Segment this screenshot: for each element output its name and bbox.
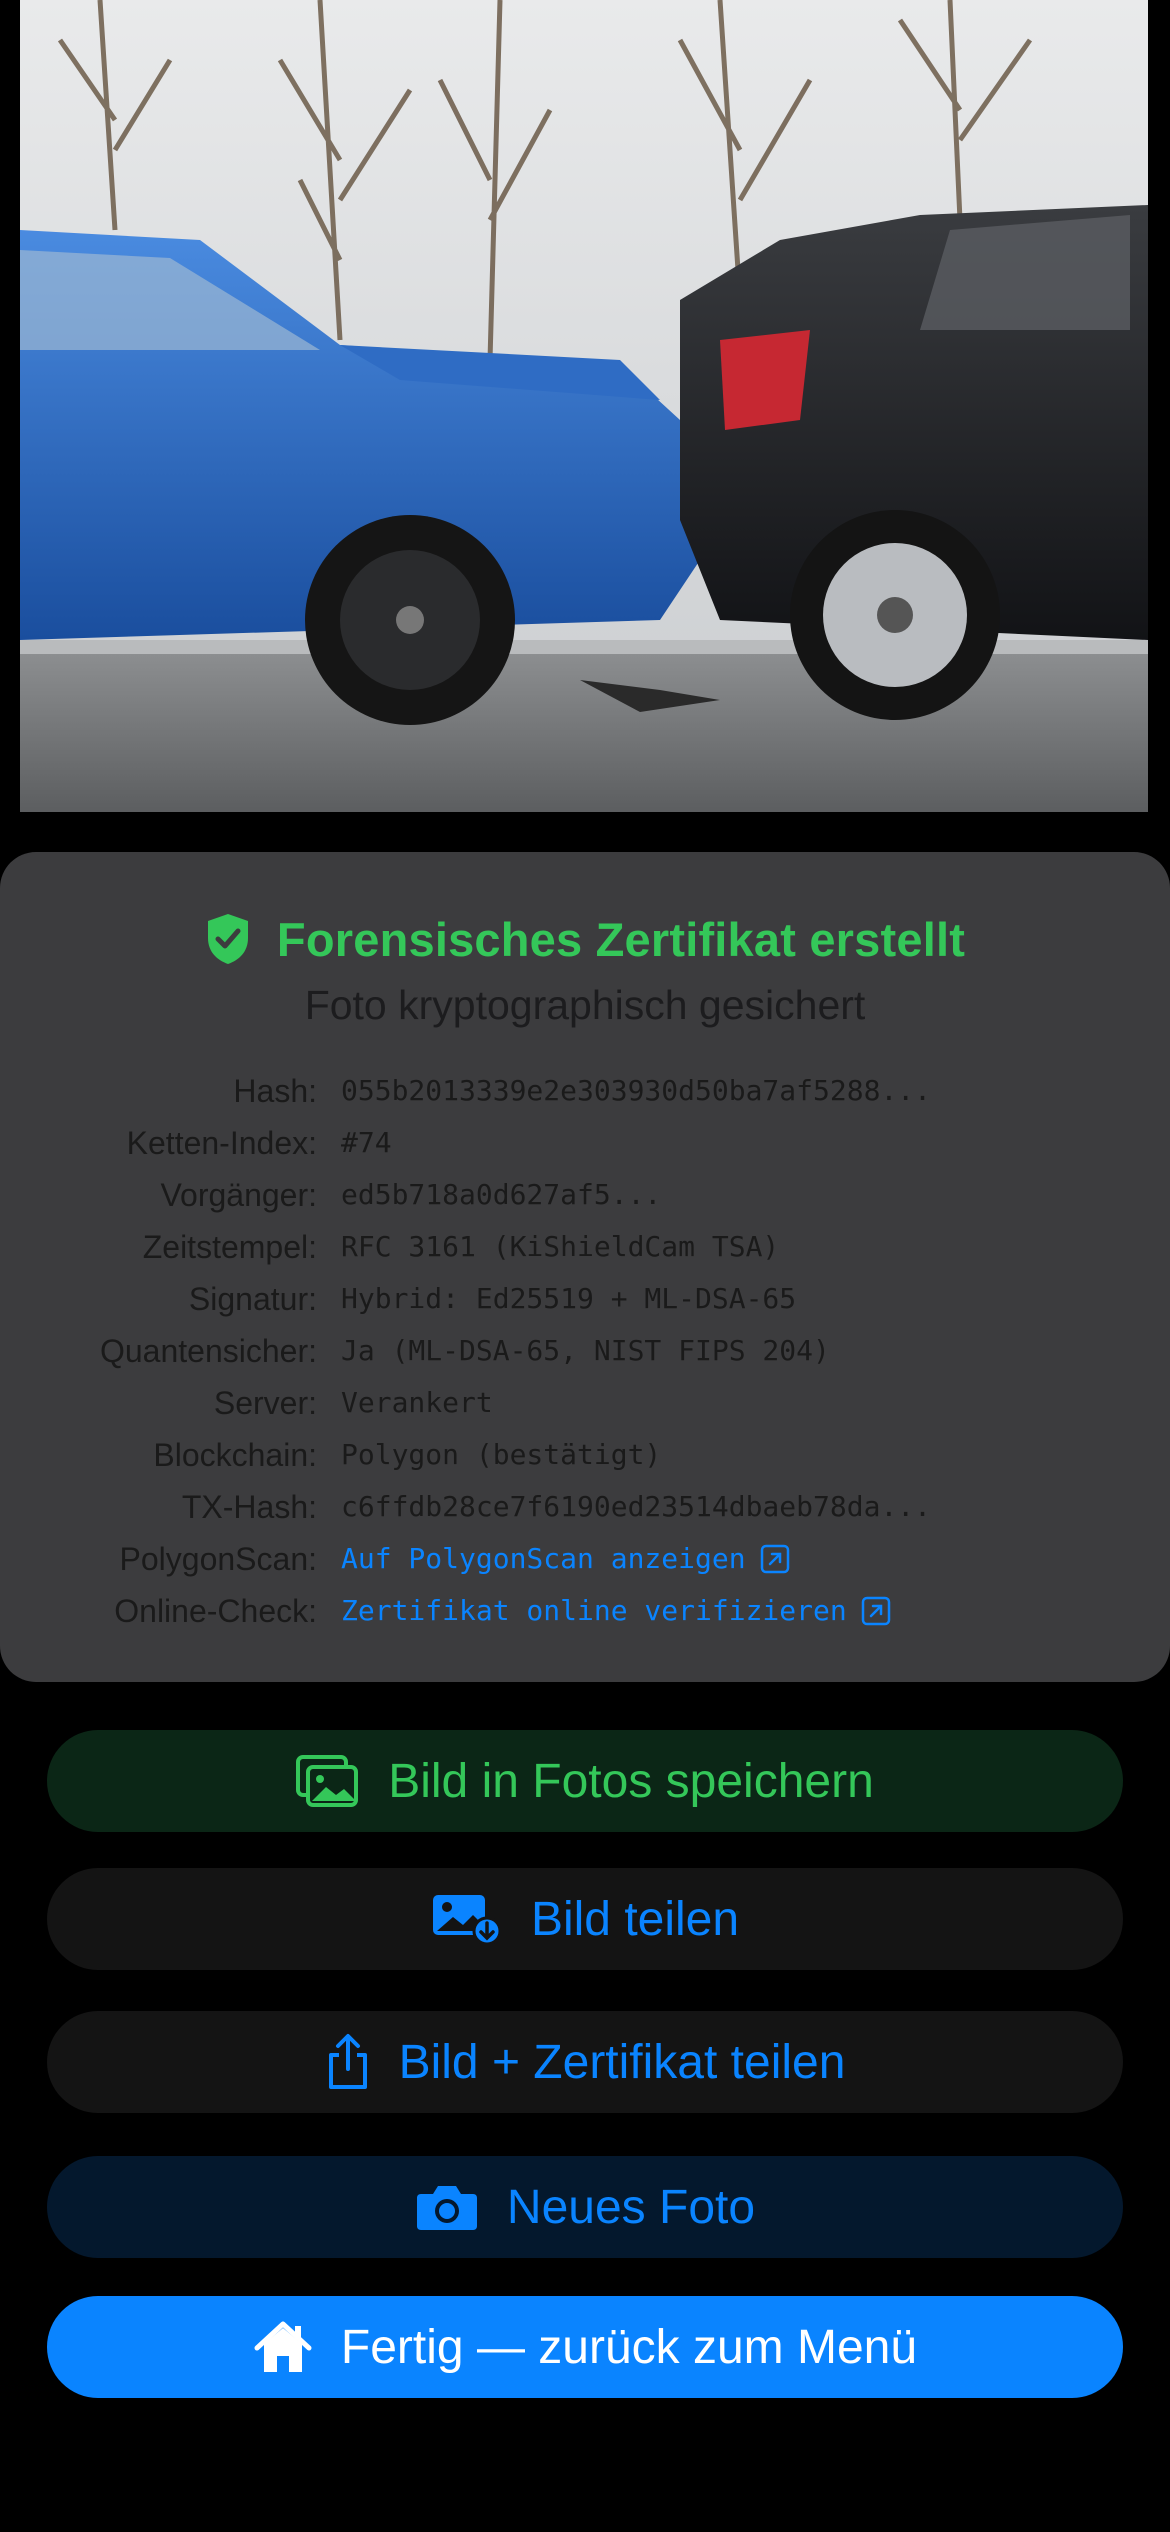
detail-row-quantum-safe: Quantensicher: Ja (ML-DSA-65, NIST FIPS …: [0, 1325, 1170, 1377]
detail-row-server: Server: Verankert: [0, 1377, 1170, 1429]
detail-value: Hybrid: Ed25519 + ML-DSA-65: [341, 1282, 797, 1315]
share-image-label: Bild teilen: [530, 1892, 740, 1946]
done-back-to-menu-label: Fertig — zurück zum Menü: [340, 2320, 918, 2374]
share-image-button[interactable]: Bild teilen: [47, 1868, 1123, 1970]
detail-label: Ketten-Index:: [126, 1125, 317, 1161]
detail-value: Polygon (bestätigt): [341, 1438, 662, 1471]
detail-value: c6ffdb28ce7f6190ed23514dbaeb78da...: [341, 1490, 932, 1523]
share-icon: [328, 2034, 367, 2089]
detail-label: Hash:: [233, 1073, 317, 1109]
car-collision-photo: [20, 0, 1148, 812]
new-photo-button[interactable]: Neues Foto: [47, 2156, 1123, 2258]
photos-stack-icon: [296, 1755, 359, 1807]
done-back-to-menu-button[interactable]: Fertig — zurück zum Menü: [47, 2296, 1123, 2398]
detail-row-polygonscan: PolygonScan: Auf PolygonScan anzeigen: [0, 1533, 1170, 1585]
certificate-title: Forensisches Zertifikat erstellt: [276, 912, 966, 966]
certificate-details: Hash: 055b2013339e2e303930d50ba7af5288..…: [0, 1065, 1170, 1637]
detail-row-tx-hash: TX-Hash: c6ffdb28ce7f6190ed23514dbaeb78d…: [0, 1481, 1170, 1533]
external-link-icon: [861, 1596, 890, 1626]
detail-row-predecessor: Vorgänger: ed5b718a0d627af5...: [0, 1169, 1170, 1221]
detail-label: PolygonScan:: [119, 1541, 317, 1577]
polygonscan-link-label: Auf PolygonScan anzeigen: [341, 1542, 746, 1575]
detail-label: Server:: [213, 1385, 317, 1421]
detail-row-blockchain: Blockchain: Polygon (bestätigt): [0, 1429, 1170, 1481]
camera-icon: [416, 2186, 477, 2230]
share-image-certificate-button[interactable]: Bild + Zertifikat teilen: [47, 2011, 1123, 2113]
detail-row-signature: Signatur: Hybrid: Ed25519 + ML-DSA-65: [0, 1273, 1170, 1325]
detail-row-chain-index: Ketten-Index: #74: [0, 1117, 1170, 1169]
certificate-header: Forensisches Zertifikat erstellt: [0, 904, 1170, 974]
detail-row-online-check: Online-Check: Zertifikat online verifizi…: [0, 1585, 1170, 1637]
house-icon: [254, 2321, 312, 2372]
certificate-card: Forensisches Zertifikat erstellt Foto kr…: [0, 852, 1170, 1682]
detail-row-timestamp: Zeitstempel: RFC 3161 (KiShieldCam TSA): [0, 1221, 1170, 1273]
save-to-photos-label: Bild in Fotos speichern: [388, 1754, 874, 1808]
detail-value: 055b2013339e2e303930d50ba7af5288...: [341, 1074, 932, 1107]
photo-download-icon: [432, 1895, 502, 1946]
external-link-icon: [760, 1544, 789, 1574]
polygonscan-link[interactable]: Auf PolygonScan anzeigen: [341, 1533, 790, 1585]
online-verify-link-label: Zertifikat online verifizieren: [341, 1594, 847, 1627]
detail-label: Signatur:: [188, 1281, 317, 1317]
detail-value: #74: [341, 1126, 392, 1159]
detail-label: Vorgänger:: [160, 1177, 317, 1213]
captured-photo: [20, 0, 1148, 812]
share-image-certificate-label: Bild + Zertifikat teilen: [398, 2035, 846, 2089]
detail-label: Quantensicher:: [99, 1333, 317, 1369]
save-to-photos-button[interactable]: Bild in Fotos speichern: [47, 1730, 1123, 1832]
detail-label: Zeitstempel:: [142, 1229, 317, 1265]
detail-label: TX-Hash:: [181, 1489, 317, 1525]
detail-value: RFC 3161 (KiShieldCam TSA): [341, 1230, 780, 1263]
detail-row-hash: Hash: 055b2013339e2e303930d50ba7af5288..…: [0, 1065, 1170, 1117]
certificate-subtitle: Foto kryptographisch gesichert: [304, 982, 866, 1028]
detail-label: Blockchain:: [153, 1437, 317, 1473]
online-verify-link[interactable]: Zertifikat online verifizieren: [341, 1585, 891, 1637]
detail-value: Ja (ML-DSA-65, NIST FIPS 204): [341, 1334, 830, 1367]
detail-value: Verankert: [341, 1386, 493, 1419]
detail-value: ed5b718a0d627af5...: [341, 1178, 662, 1211]
new-photo-label: Neues Foto: [506, 2180, 756, 2234]
detail-label: Online-Check:: [114, 1593, 317, 1629]
shield-check-icon: [207, 914, 248, 964]
